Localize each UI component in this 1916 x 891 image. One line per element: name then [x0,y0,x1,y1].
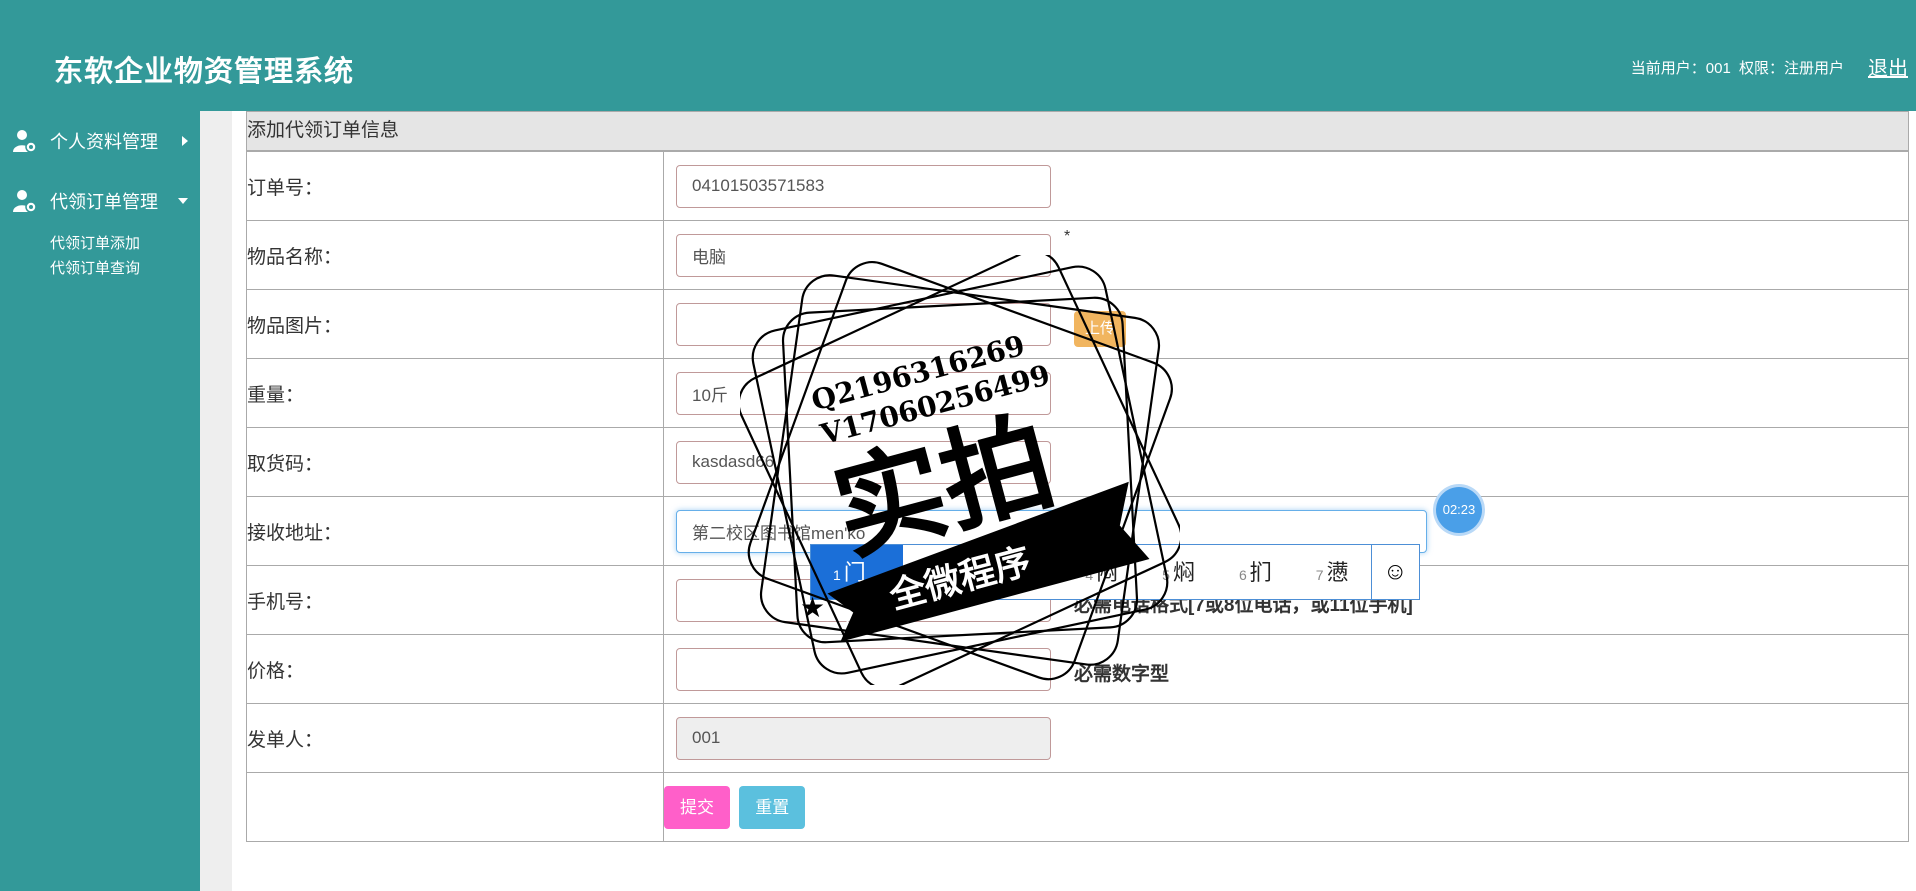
sidebar-item-orders[interactable]: 代领订单管理 [0,171,200,231]
ime-candidate[interactable]: 4闷 [1063,545,1140,599]
sidebar-subitem-add-order[interactable]: 代领订单添加 [0,231,200,256]
emoji-icon[interactable]: ☺ [1370,545,1419,599]
field-label: 物品图片： [246,289,664,359]
main-content: 添加代领订单信息 订单号： 物品名称： * 物品图片： 上传 重量： 取货码： [246,111,1909,842]
logout-link[interactable]: 退出 [1868,52,1908,81]
user-info: 当前用户：001 权限：注册用户 [1631,57,1848,78]
order-number-input[interactable] [676,164,1051,208]
sidebar-item-profile[interactable]: 个人资料管理 [0,111,200,171]
weight-input[interactable] [676,371,1051,415]
field-label: 价格： [246,634,664,704]
sidebar: 个人资料管理 代领订单管理 代领订单添加 代领订单查询 [0,111,200,891]
form-row: 物品名称： * [246,220,1909,290]
content-gutter [200,111,232,891]
submit-button[interactable]: 提交 [664,785,730,829]
form-row: 价格： 必需数字型 [246,634,1909,704]
pickup-code-input[interactable] [676,440,1051,484]
ime-candidate-bar: 1 门口 4闷 5焖 6扪 7懑 ☺ [810,544,1420,641]
field-label: 物品名称： [246,220,664,290]
item-image-input[interactable] [676,302,1051,346]
field-label: 订单号： [246,151,664,221]
sidebar-subitem-query-order[interactable]: 代领订单查询 [0,256,200,281]
form-row: 订单号： [246,151,1909,221]
field-label: 发单人： [246,703,664,773]
form-row: 取货码： [246,427,1909,497]
ime-candidate[interactable]: 5焖 [1140,545,1217,599]
field-label: 重量： [246,358,664,428]
form-row: 发单人： [246,703,1909,773]
sidebar-item-label: 个人资料管理 [50,132,158,152]
chevron-right-icon [182,136,188,146]
price-hint: 必需数字型 [1074,664,1170,685]
form-row: 提交 重置 [246,772,1909,842]
top-header: 东软企业物资管理系统 当前用户：001 权限：注册用户 退出 [0,0,1916,111]
field-label: 接收地址： [246,496,664,566]
app-title: 东软企业物资管理系统 [54,54,355,88]
order-form-table: 订单号： 物品名称： * 物品图片： 上传 重量： 取货码： 接收地址： [246,151,1909,842]
user-gear-icon [13,190,37,213]
ime-candidate[interactable]: 1 门口 [811,545,904,641]
form-row: 重量： [246,358,1909,428]
issuer-input [676,716,1051,760]
sidebar-item-label: 代领订单管理 [50,192,158,212]
reset-button[interactable]: 重置 [739,785,806,829]
upload-button[interactable]: 上传 [1074,311,1126,347]
timer-badge[interactable]: 02:23 [1436,487,1482,533]
ime-candidate[interactable]: 7懑 [1294,545,1371,599]
item-name-input[interactable] [676,233,1051,277]
role-label: 权限：注册用户 [1738,60,1844,77]
user-gear-icon [13,130,37,153]
field-label: 手机号： [246,565,664,635]
required-mark: * [1064,228,1071,245]
form-title: 添加代领订单信息 [246,111,1909,151]
form-row: 物品图片： 上传 [246,289,1909,359]
current-user-label: 当前用户：001 [1630,60,1731,77]
field-label: 取货码： [246,427,664,497]
chevron-down-icon [178,198,188,204]
ime-candidate[interactable]: 6扪 [1217,545,1294,599]
